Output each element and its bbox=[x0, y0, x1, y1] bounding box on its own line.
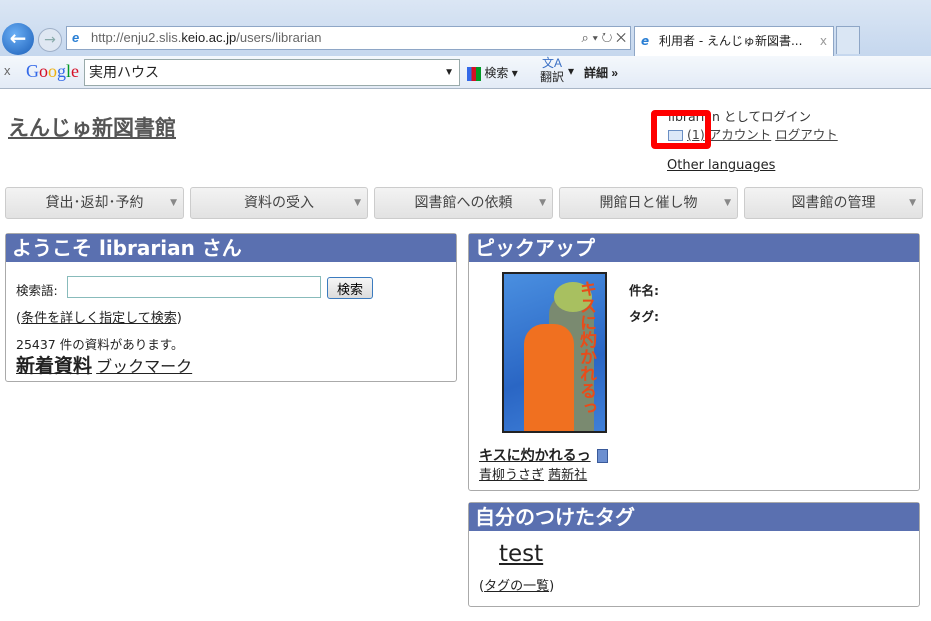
url-prefix: http://enju2.slis. bbox=[91, 30, 182, 45]
close-tab-icon[interactable]: x bbox=[820, 27, 827, 55]
welcome-panel: ようこそ librarian さん 検索語: 検索 (条件を詳しく指定して検索)… bbox=[5, 233, 457, 382]
welcome-title: ようこそ librarian さん bbox=[6, 234, 456, 262]
dropdown-arrow-icon: ▼ bbox=[539, 198, 546, 208]
ie-icon: e bbox=[641, 34, 650, 48]
logout-link[interactable]: ログアウト bbox=[775, 127, 838, 142]
browser-chrome: ← → e http://enju2.slis.keio.ac.jp/users… bbox=[0, 0, 931, 56]
author-link[interactable]: 青柳うさぎ bbox=[479, 468, 544, 483]
google-search-button[interactable]: 検索 ▾ bbox=[467, 64, 518, 81]
ie-icon: e bbox=[72, 30, 80, 45]
new-tab-button[interactable] bbox=[836, 26, 860, 54]
more-button[interactable]: 詳細 » bbox=[584, 64, 618, 81]
menu-label: 図書館の管理 bbox=[791, 195, 876, 211]
advanced-search: (条件を詳しく指定して検索) bbox=[16, 307, 182, 326]
quick-links: 新着資料 ブックマーク bbox=[16, 351, 192, 378]
book-title: キスに灼かれるっ bbox=[479, 445, 608, 465]
search-button[interactable]: 検索 bbox=[327, 277, 373, 299]
menu-requests[interactable]: 図書館への依頼 ▼ bbox=[374, 187, 553, 219]
dropdown-arrow-icon: ▼ bbox=[724, 198, 731, 208]
account-link[interactable]: アカウント bbox=[709, 127, 772, 142]
google-toolbar: x Google 実用ハウス ▼ 検索 ▾ 文A 翻訳 ▾ 詳細 » bbox=[0, 56, 931, 89]
translate-icon: 文A bbox=[542, 56, 563, 70]
book-icon bbox=[596, 449, 608, 463]
paren: ) bbox=[176, 311, 182, 326]
menu-label: 資料の受入 bbox=[244, 195, 314, 211]
bookmark-link[interactable]: ブックマーク bbox=[96, 357, 192, 376]
pickup-title: ピックアップ bbox=[469, 234, 919, 262]
menu-label: 図書館への依頼 bbox=[414, 195, 513, 211]
translate-button[interactable]: 文A 翻訳 bbox=[540, 56, 564, 84]
book-title-link[interactable]: キスに灼かれるっ bbox=[479, 448, 591, 464]
tab-title: 利用者 - えんじゅ新図書... bbox=[659, 34, 803, 48]
tag-list: (タグの一覧) bbox=[479, 575, 554, 594]
search-label: 検索 bbox=[484, 66, 509, 80]
site-title-link[interactable]: えんじゅ新図書館 bbox=[8, 112, 176, 142]
my-tags-title: 自分のつけたタグ bbox=[469, 503, 919, 531]
dropdown-arrow-icon: ▼ bbox=[170, 198, 177, 208]
back-button[interactable]: ← bbox=[2, 23, 34, 55]
publisher-link[interactable]: 茜新社 bbox=[548, 468, 587, 483]
chevron-down-icon[interactable]: ▼ bbox=[444, 60, 454, 85]
search-input[interactable] bbox=[67, 276, 321, 298]
tag-list-link[interactable]: タグの一覧 bbox=[484, 579, 549, 594]
book-cover-image[interactable]: キスに灼かれるっ bbox=[502, 272, 607, 433]
count-value: 25437 bbox=[16, 337, 56, 352]
url-path: /users/librarian bbox=[236, 30, 322, 45]
menu-label: 開館日と催し物 bbox=[599, 195, 698, 211]
subject-label: 件名: bbox=[629, 283, 659, 298]
paren: ) bbox=[549, 579, 555, 594]
google-logo: Google bbox=[26, 61, 80, 81]
address-tools[interactable]: ⌕ ▾ ↻ ✕ bbox=[582, 27, 626, 49]
menu-events[interactable]: 開館日と催し物 ▼ bbox=[559, 187, 738, 219]
menu-admin[interactable]: 図書館の管理 ▼ bbox=[744, 187, 923, 219]
highlight-box bbox=[651, 110, 711, 149]
dropdown-arrow-icon: ▼ bbox=[909, 198, 916, 208]
menu-acquisition[interactable]: 資料の受入 ▼ bbox=[190, 187, 368, 219]
count-suffix: 件の資料があります。 bbox=[55, 337, 184, 352]
pickup-panel: ピックアップ キスに灼かれるっ 件名: タグ: キスに灼かれるっ 青柳うさぎ 茜… bbox=[468, 233, 920, 491]
book-creators: 青柳うさぎ 茜新社 bbox=[479, 464, 587, 483]
forward-button[interactable]: → bbox=[38, 28, 62, 52]
close-toolbar-icon[interactable]: x bbox=[4, 63, 11, 78]
dropdown-arrow-icon: ▼ bbox=[354, 198, 361, 208]
cover-title: キスに灼かれるっ bbox=[576, 280, 596, 416]
tag-link[interactable]: test bbox=[499, 541, 543, 567]
my-tags-panel: 自分のつけたタグ test (タグの一覧) bbox=[468, 502, 920, 607]
search-form: 検索語: 検索 bbox=[16, 276, 373, 299]
url-host: keio.ac.jp bbox=[181, 30, 237, 45]
menu-label: 貸出･返却･予約 bbox=[45, 195, 144, 211]
tags-label: タグ: bbox=[629, 309, 659, 324]
address-bar[interactable]: e http://enju2.slis.keio.ac.jp/users/lib… bbox=[66, 26, 631, 50]
new-items-link[interactable]: 新着資料 bbox=[16, 355, 92, 377]
google-icon bbox=[467, 66, 481, 81]
google-query: 実用ハウス bbox=[89, 64, 159, 80]
other-languages-link[interactable]: Other languages bbox=[667, 158, 775, 173]
translate-label: 翻訳 bbox=[540, 70, 565, 84]
browser-tab[interactable]: e 利用者 - えんじゅ新図書... x bbox=[634, 26, 834, 56]
advanced-search-link[interactable]: 条件を詳しく指定して検索 bbox=[21, 311, 177, 326]
menu-circulation[interactable]: 貸出･返却･予約 ▼ bbox=[5, 187, 184, 219]
google-search-input[interactable]: 実用ハウス ▼ bbox=[84, 59, 460, 86]
search-label: 検索語: bbox=[16, 283, 58, 298]
